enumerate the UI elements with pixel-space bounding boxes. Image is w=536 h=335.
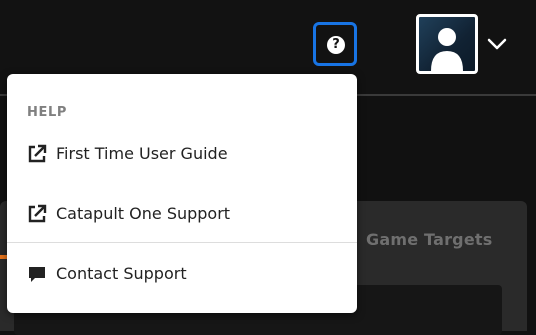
menu-item-label: Contact Support bbox=[56, 264, 187, 283]
tab-game-targets[interactable]: Game Targets bbox=[366, 230, 492, 249]
chat-bubble-icon bbox=[29, 267, 45, 282]
external-link-icon bbox=[28, 144, 47, 163]
menu-item-contact-support[interactable]: Contact Support bbox=[7, 252, 357, 296]
menu-item-label: Catapult One Support bbox=[56, 204, 231, 223]
menu-item-catapult-one-support[interactable]: Catapult One Support bbox=[7, 192, 357, 236]
chevron-down-icon[interactable] bbox=[486, 36, 508, 52]
user-avatar[interactable] bbox=[416, 14, 478, 74]
menu-item-label: First Time User Guide bbox=[56, 144, 228, 163]
help-button[interactable]: ? bbox=[313, 22, 357, 66]
help-dropdown-menu: HELP First Time User Guide Catapult One … bbox=[7, 74, 357, 313]
menu-divider bbox=[7, 242, 357, 243]
external-link-icon bbox=[28, 204, 47, 223]
person-silhouette-icon bbox=[431, 28, 463, 71]
menu-heading: HELP bbox=[27, 105, 67, 120]
menu-item-first-time-user-guide[interactable]: First Time User Guide bbox=[7, 132, 357, 176]
question-circle-icon: ? bbox=[327, 36, 345, 54]
